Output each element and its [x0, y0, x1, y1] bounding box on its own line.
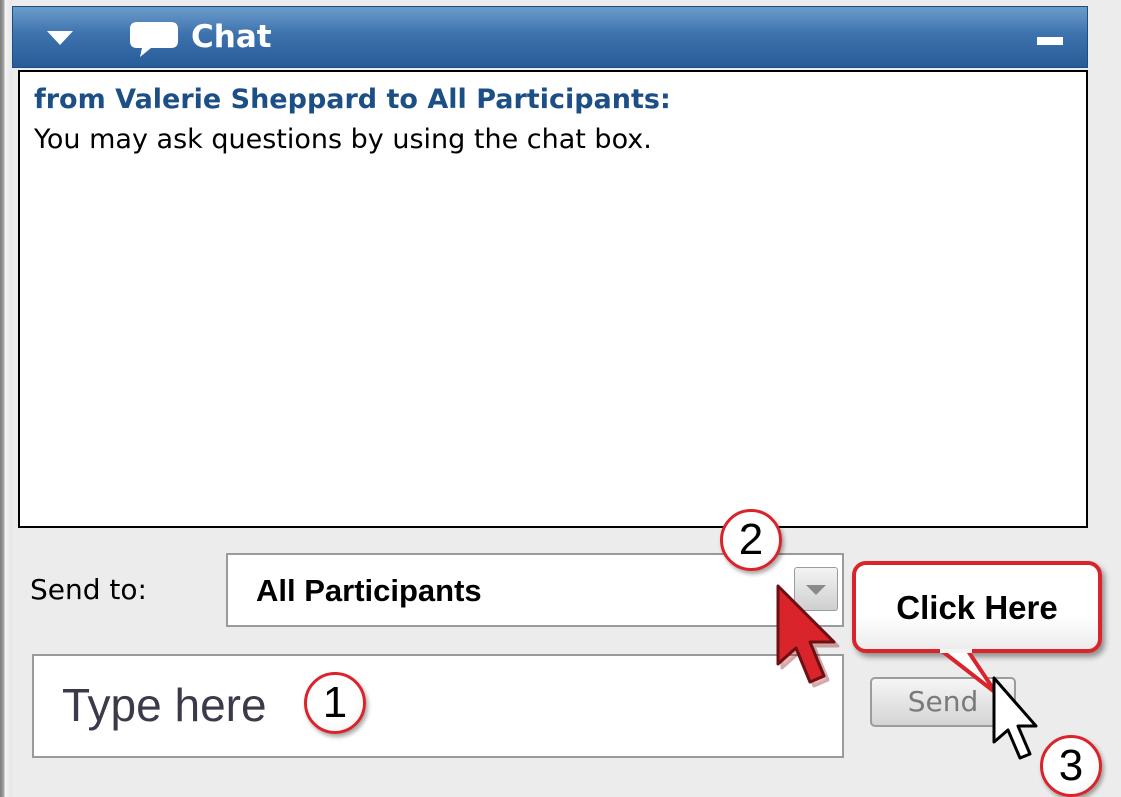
click-here-callout: Click Here — [852, 561, 1102, 653]
red-arrow-cursor-icon — [776, 584, 840, 688]
send-to-label: Send to: — [30, 573, 147, 606]
chat-panel: Chat from Valerie Sheppard to All Partic… — [0, 0, 1121, 797]
message-input[interactable]: Type here — [32, 654, 844, 758]
step-badge-3: 3 — [1040, 735, 1102, 797]
window-title: Chat — [191, 19, 272, 55]
callout-text: Click Here — [896, 589, 1058, 626]
white-arrow-cursor-icon — [992, 676, 1038, 760]
step-badge-2: 2 — [720, 509, 782, 571]
chat-titlebar: Chat — [12, 6, 1088, 68]
step-badge-1: 1 — [304, 672, 366, 734]
input-placeholder: Type here — [62, 679, 267, 731]
recipient-selected-value: All Participants — [256, 573, 482, 608]
panel-border — [0, 0, 12, 797]
minimize-icon[interactable] — [1037, 37, 1063, 45]
triangle-down-icon[interactable] — [47, 31, 73, 45]
message-sender: from Valerie Sheppard to All Participant… — [34, 84, 671, 115]
message-text: You may ask questions by using the chat … — [34, 124, 652, 155]
speech-bubble-icon — [130, 22, 178, 57]
chat-transcript: from Valerie Sheppard to All Participant… — [18, 70, 1088, 528]
